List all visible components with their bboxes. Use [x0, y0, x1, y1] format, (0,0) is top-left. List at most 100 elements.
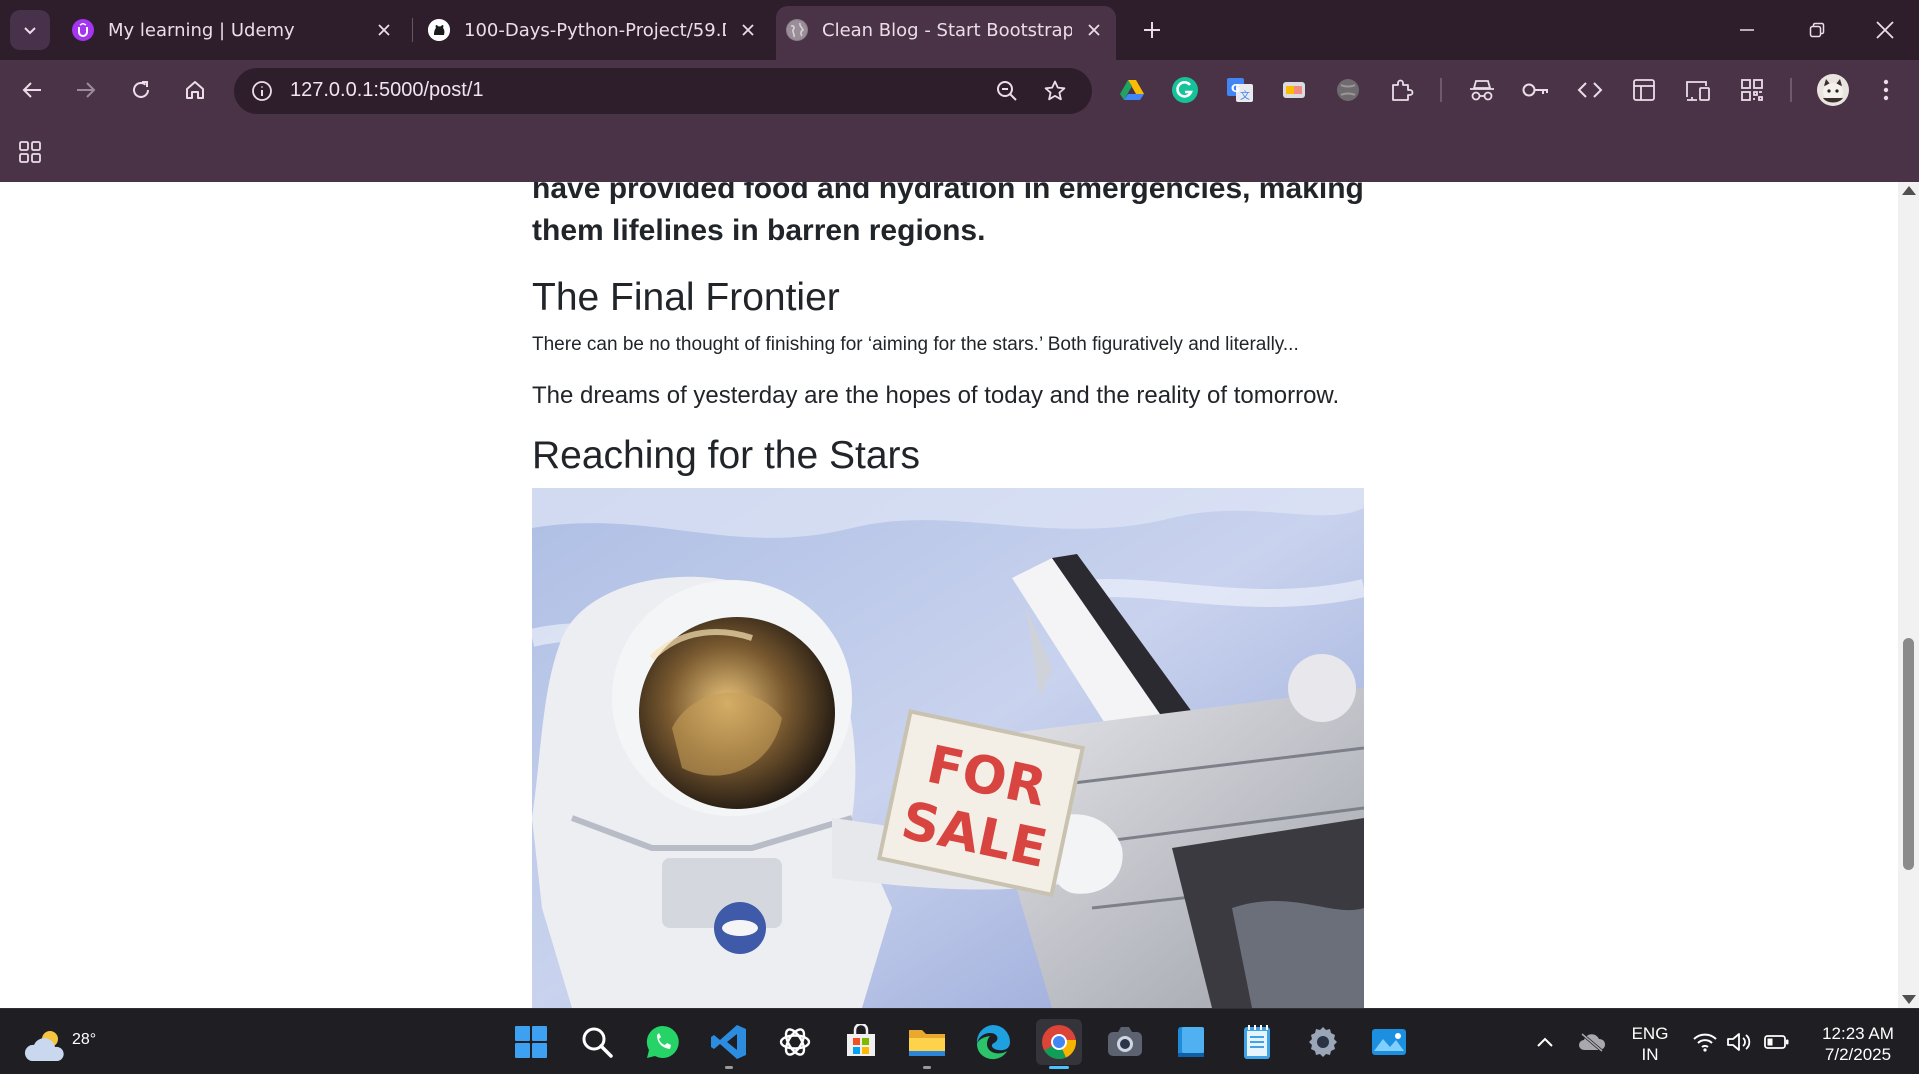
minimize-button[interactable] — [1724, 10, 1770, 50]
qr-code-icon[interactable] — [1736, 74, 1768, 106]
start-icon[interactable] — [508, 1019, 554, 1065]
section-heading: Reaching for the Stars — [532, 434, 921, 477]
notepad-blue-icon[interactable] — [1168, 1019, 1214, 1065]
tab-title: 100-Days-Python-Project/59.Da — [464, 19, 726, 41]
reload-button[interactable] — [121, 70, 161, 110]
close-icon[interactable] — [736, 18, 760, 42]
zoom-icon[interactable] — [992, 76, 1022, 106]
responsive-devices-icon[interactable] — [1682, 74, 1714, 106]
udemy-icon — [72, 19, 94, 41]
blocked-extension-icon[interactable] — [1332, 74, 1364, 106]
toolbar-divider — [1440, 78, 1442, 102]
back-button[interactable] — [12, 70, 52, 110]
section-subtitle: There can be no thought of finishing for… — [532, 334, 1299, 355]
camera-icon[interactable] — [1102, 1019, 1148, 1065]
close-icon — [1876, 21, 1894, 39]
running-indicator — [1049, 1066, 1069, 1069]
tab-title: Clean Blog - Start Bootstrap Th — [822, 19, 1072, 41]
google-drive-icon[interactable] — [1116, 74, 1148, 106]
battery-icon[interactable] — [1764, 1027, 1790, 1057]
password-key-icon[interactable] — [1520, 74, 1552, 106]
grammarly-icon[interactable] — [1169, 74, 1201, 106]
whatsapp-icon[interactable] — [640, 1019, 686, 1065]
volume-icon[interactable] — [1726, 1027, 1752, 1057]
edge-icon[interactable] — [970, 1019, 1016, 1065]
language-region: IN — [1641, 1045, 1659, 1064]
tab-github[interactable]: 100-Days-Python-Project/59.Da — [418, 10, 770, 50]
close-icon[interactable] — [1082, 18, 1106, 42]
clock-date: 7/2/2025 — [1824, 1045, 1892, 1064]
github-icon — [428, 19, 450, 41]
page-scrollbar[interactable] — [1898, 182, 1919, 1008]
vscode-icon[interactable] — [706, 1019, 752, 1069]
onedrive-offline-icon[interactable] — [1578, 1027, 1606, 1057]
tab-strip: My learning | Udemy 100-Days-Python-Proj… — [0, 0, 1919, 60]
tab-udemy[interactable]: My learning | Udemy — [62, 10, 406, 50]
language-code: ENG — [1631, 1024, 1669, 1043]
bookmarks-bar — [0, 120, 1919, 182]
system-clock[interactable]: 12:23 AM 7/2/2025 — [1808, 1023, 1908, 1065]
windows-taskbar: 28° ENG IN 12:23 AM 7/2/2025 — [0, 1008, 1919, 1074]
home-icon — [186, 81, 204, 99]
site-info-icon[interactable] — [248, 77, 276, 105]
google-translate-icon[interactable]: G文 — [1224, 74, 1256, 106]
svg-text:文: 文 — [1240, 89, 1250, 102]
chrome-icon[interactable] — [1036, 1019, 1082, 1069]
screenshot-extension-icon[interactable] — [1278, 74, 1310, 106]
body-paragraph: The dreams of yesterday are the hopes of… — [532, 382, 1340, 409]
extensions-puzzle-icon[interactable] — [1386, 74, 1418, 106]
new-tab-button[interactable] — [1136, 12, 1168, 48]
toolbar-divider — [1790, 78, 1792, 102]
svg-text:G: G — [1231, 82, 1240, 95]
photos-icon[interactable] — [1366, 1019, 1412, 1065]
language-indicator[interactable]: ENG IN — [1626, 1023, 1674, 1065]
running-indicator — [725, 1066, 733, 1069]
incognito-spy-icon[interactable] — [1466, 74, 1498, 106]
astronaut-for-sale-image: FOR SALE — [532, 488, 1364, 1008]
profile-avatar[interactable] — [1816, 73, 1850, 107]
tab-clean-blog[interactable]: Clean Blog - Start Bootstrap Th — [776, 6, 1116, 60]
address-bar[interactable]: 127.0.0.1:5000/post/1 — [234, 68, 1092, 114]
chevron-down-icon — [24, 27, 36, 35]
bold-paragraph: have provided food and hydration in emer… — [532, 182, 1364, 247]
restore-button[interactable] — [1794, 10, 1840, 50]
more-vertical-icon — [1883, 79, 1889, 101]
clock-time: 12:23 AM — [1822, 1024, 1894, 1043]
show-hidden-icons-chevron-icon[interactable] — [1534, 1027, 1556, 1057]
notepad-icon[interactable] — [1234, 1019, 1280, 1065]
search-icon[interactable] — [574, 1019, 620, 1065]
arrow-right-icon — [77, 82, 96, 98]
tab-divider — [412, 18, 413, 42]
scroll-up-arrow-icon[interactable] — [1902, 186, 1916, 195]
restore-icon — [1809, 22, 1825, 38]
layout-panel-icon[interactable] — [1628, 74, 1660, 106]
cloud-weather-icon — [24, 1031, 64, 1061]
arrow-left-icon — [22, 82, 41, 98]
close-window-button[interactable] — [1862, 10, 1908, 50]
weather-widget[interactable]: 28° — [24, 1019, 96, 1067]
close-icon[interactable] — [372, 18, 396, 42]
plus-icon — [1144, 22, 1160, 38]
reload-icon — [133, 81, 149, 98]
wifi-icon[interactable] — [1692, 1027, 1718, 1057]
microsoft-store-icon[interactable] — [838, 1019, 884, 1065]
file-explorer-icon[interactable] — [904, 1019, 950, 1069]
chatgpt-icon[interactable] — [772, 1019, 818, 1065]
apps-grid-icon[interactable] — [14, 136, 46, 168]
tab-search-button[interactable] — [10, 10, 50, 50]
settings-icon[interactable] — [1300, 1019, 1346, 1065]
forward-button[interactable] — [66, 70, 106, 110]
scroll-down-arrow-icon[interactable] — [1902, 995, 1916, 1004]
minimize-icon — [1740, 29, 1754, 31]
page-viewport: have provided food and hydration in emer… — [0, 182, 1898, 1008]
scroll-thumb[interactable] — [1903, 638, 1914, 870]
tab-title: My learning | Udemy — [108, 19, 295, 41]
browser-menu-button[interactable] — [1866, 70, 1906, 110]
globe-icon — [786, 19, 808, 41]
address-text[interactable]: 127.0.0.1:5000/post/1 — [290, 79, 484, 102]
navigation-toolbar: 127.0.0.1:5000/post/1 G文 — [0, 60, 1919, 120]
bookmark-star-icon[interactable] — [1040, 76, 1070, 106]
code-icon[interactable] — [1574, 74, 1606, 106]
home-button[interactable] — [175, 70, 215, 110]
running-indicator — [923, 1066, 931, 1069]
